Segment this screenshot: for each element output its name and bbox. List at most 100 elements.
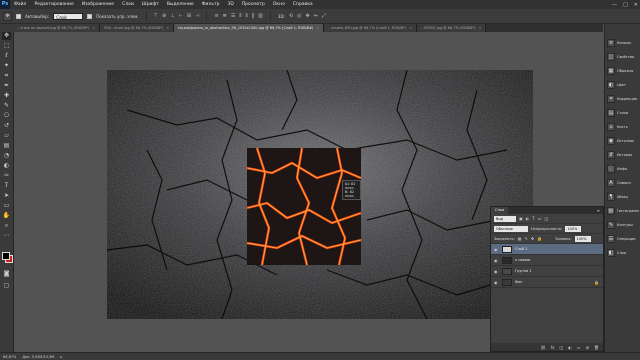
new-layer-icon[interactable]: ⊞: [586, 345, 589, 350]
quick-select-tool-icon[interactable]: ✦: [2, 62, 11, 70]
dock-button[interactable]: ⌂ Кисть: [607, 122, 639, 132]
dock-button[interactable]: ◐ Цвет: [607, 80, 639, 90]
type-tool-icon[interactable]: T: [2, 182, 11, 190]
dock-button[interactable]: ▦ Образцы: [607, 66, 639, 76]
maximize-button[interactable]: □: [623, 2, 628, 8]
3d-slide-icon[interactable]: ⇔: [314, 13, 318, 19]
opacity-field[interactable]: 100%: [565, 225, 582, 232]
move-tool-icon[interactable]: ✥: [2, 32, 11, 40]
menu-edit[interactable]: Редактирование: [30, 0, 77, 9]
align-left-icon[interactable]: ⊢: [179, 13, 183, 19]
menu-view[interactable]: Просмотр: [238, 0, 269, 9]
document-tab-active[interactable]: hq-wallpapers_ru_abstraction_56_1920x120…: [174, 24, 325, 32]
dock-button[interactable]: ◉ Источник: [607, 136, 639, 146]
add-mask-icon[interactable]: ◫: [560, 345, 564, 350]
healing-tool-icon[interactable]: ✚: [2, 92, 11, 100]
lock-all-icon[interactable]: 🔒: [537, 236, 542, 241]
3d-roll-icon[interactable]: ◎: [297, 13, 301, 19]
menu-layers[interactable]: Слои: [118, 0, 138, 9]
menu-window[interactable]: Окно: [269, 0, 289, 9]
document-tab[interactable]: ...smoke_850.jpg @ 66,7% (Слой 1, RGB/8*…: [324, 24, 418, 32]
dock-button[interactable]: ⌗ Коррекция: [607, 94, 639, 104]
3d-pan-icon[interactable]: ✥: [305, 13, 309, 19]
menu-type[interactable]: Шрифт: [138, 0, 163, 9]
lock-pixels-icon[interactable]: ✎: [525, 236, 528, 241]
lock-transparent-icon[interactable]: ▦: [518, 236, 522, 241]
layer-filter-dropdown[interactable]: Вид: [494, 215, 516, 222]
filter-shape-icon[interactable]: ▭: [538, 216, 542, 221]
align-vcenter-icon[interactable]: ⊕: [162, 13, 166, 19]
document-tab[interactable]: ...83302.jpg @ 66,7% (RGB/8*) ×: [417, 24, 487, 32]
pen-tool-icon[interactable]: ✑: [2, 172, 11, 180]
align-hcenter-icon[interactable]: ⊞: [187, 13, 191, 19]
fill-field[interactable]: 100%: [574, 235, 591, 242]
close-tab-icon[interactable]: ×: [316, 26, 319, 30]
distribute-left-icon[interactable]: ⫴: [239, 13, 241, 19]
3d-rotate-icon[interactable]: ⟲: [289, 13, 293, 19]
3d-scale-icon[interactable]: ⤢: [322, 13, 326, 19]
align-top-icon[interactable]: ⊤: [154, 13, 158, 19]
distribute-center-icon[interactable]: ≣: [223, 13, 227, 19]
filter-adjust-icon[interactable]: ◐: [526, 216, 530, 221]
align-right-icon[interactable]: ⊣: [195, 13, 199, 19]
dodge-tool-icon[interactable]: ◐: [2, 162, 11, 170]
gradient-tool-icon[interactable]: ▤: [2, 142, 11, 150]
document-tab[interactable]: ...crack on asphalt.jpg @ 66,7% (RGB/8*)…: [13, 24, 101, 32]
path-select-tool-icon[interactable]: ➤: [2, 192, 11, 200]
foreground-color-swatch[interactable]: [2, 252, 10, 260]
close-tab-icon[interactable]: ×: [92, 26, 95, 30]
close-tab-icon[interactable]: ×: [166, 26, 169, 30]
zoom-tool-icon[interactable]: ⌕: [2, 222, 11, 230]
layer-row[interactable]: ◉ Группа 1: [491, 266, 603, 277]
dock-button[interactable]: ◫ Свойства: [607, 52, 639, 62]
trash-icon[interactable]: 🗑: [594, 345, 599, 350]
menu-select[interactable]: Выделение: [163, 0, 198, 9]
layer-row[interactable]: ◉ к новым: [491, 255, 603, 266]
status-menu-icon[interactable]: ▸: [60, 355, 62, 359]
menu-filter[interactable]: Фильтр: [198, 0, 224, 9]
visibility-eye-icon[interactable]: ◉: [494, 247, 499, 252]
lock-position-icon[interactable]: ✥: [531, 236, 534, 241]
dock-button[interactable]: ¶ Абзац: [607, 192, 639, 202]
dock-button[interactable]: ▧ Гистограмма: [607, 206, 639, 216]
dock-button[interactable]: ≡ Каналы: [607, 38, 639, 48]
dock-button[interactable]: A Символ: [607, 178, 639, 188]
layer-row[interactable]: ◉ Слой 1: [491, 244, 603, 255]
document-canvas[interactable]: Ш: 82 пикс. В: 82 пикс.: [107, 70, 533, 319]
brush-tool-icon[interactable]: ✎: [2, 102, 11, 110]
align-bottom-icon[interactable]: ⊥: [170, 13, 174, 19]
dock-button[interactable]: ✎ Контуры: [607, 220, 639, 230]
dock-button[interactable]: ☰ Операции: [607, 234, 639, 244]
lava-texture-layer[interactable]: Ш: 82 пикс. В: 82 пикс.: [247, 148, 361, 265]
menu-3d[interactable]: 3D: [223, 0, 237, 9]
show-controls-checkbox[interactable]: [87, 13, 93, 19]
filter-pixel-icon[interactable]: ▣: [519, 216, 523, 221]
menu-file[interactable]: Файл: [10, 0, 30, 9]
visibility-eye-icon[interactable]: ◉: [494, 269, 499, 274]
crop-tool-icon[interactable]: ⌗: [2, 72, 11, 80]
shape-tool-icon[interactable]: ▭: [2, 202, 11, 210]
dock-button[interactable]: ⇵ История: [607, 150, 639, 160]
auto-align-icon[interactable]: ▥: [258, 13, 263, 19]
move-tool-preset-icon[interactable]: ✥: [3, 11, 12, 21]
blend-mode-dropdown[interactable]: Обычные: [494, 225, 528, 232]
layers-tab[interactable]: Слои: [491, 207, 509, 214]
dock-button[interactable]: ◧ Слои: [607, 248, 639, 258]
dock-button[interactable]: ⓘ Инфо: [607, 164, 639, 174]
hand-tool-icon[interactable]: ✋: [2, 212, 11, 220]
more-tools-icon[interactable]: ⋯: [2, 232, 11, 240]
autoselect-dropdown[interactable]: Слой: [53, 12, 84, 20]
fx-icon[interactable]: fx: [551, 345, 555, 350]
marquee-tool-icon[interactable]: ⬚: [2, 42, 11, 50]
link-layers-icon[interactable]: ⛓: [541, 345, 546, 350]
new-group-icon[interactable]: ▭: [577, 345, 581, 350]
distribute-right-icon[interactable]: ‖: [252, 13, 255, 19]
menu-help[interactable]: Справка: [289, 0, 317, 9]
layer-row[interactable]: ◉ Фон 🔒: [491, 277, 603, 288]
close-tab-icon[interactable]: ×: [478, 26, 481, 30]
lasso-tool-icon[interactable]: ℓ: [2, 52, 11, 60]
autoselect-checkbox[interactable]: [16, 13, 21, 19]
blur-tool-icon[interactable]: ◔: [2, 152, 11, 160]
visibility-eye-icon[interactable]: ◉: [494, 280, 499, 285]
zoom-level[interactable]: 66,67%: [3, 355, 16, 359]
